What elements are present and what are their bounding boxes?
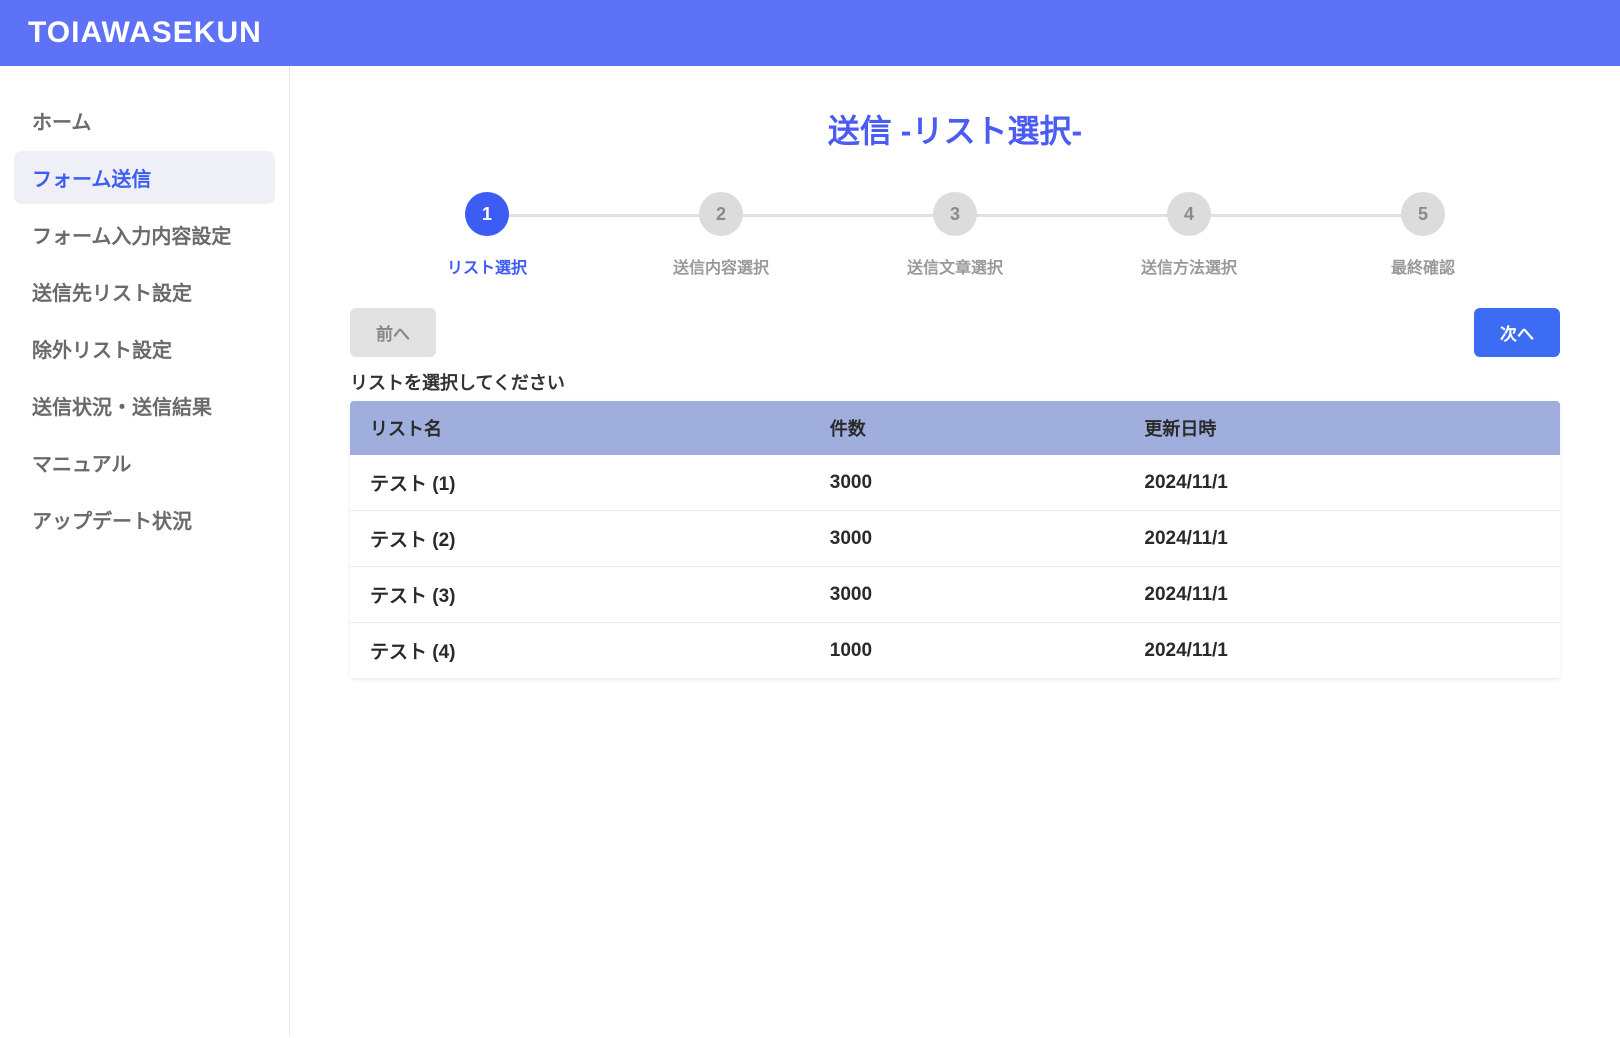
sidebar-item-exclude-list-settings[interactable]: 除外リスト設定: [14, 322, 275, 375]
cell-name: テスト (1): [350, 455, 810, 511]
sidebar: ホーム フォーム送信 フォーム入力内容設定 送信先リスト設定 除外リスト設定 送…: [0, 66, 290, 1036]
table-header: リスト名 件数 更新日時: [350, 401, 1560, 455]
step-2[interactable]: 2 送信内容選択: [604, 192, 838, 278]
column-header-count: 件数: [810, 401, 1125, 455]
step-line: [955, 214, 1189, 217]
cell-count: 3000: [810, 511, 1125, 567]
nav-buttons: 前へ 次へ: [350, 308, 1560, 357]
cell-name: テスト (2): [350, 511, 810, 567]
step-label: リスト選択: [447, 254, 527, 278]
step-label: 最終確認: [1391, 254, 1455, 278]
step-label: 送信内容選択: [673, 254, 769, 278]
sidebar-item-label: 除外リスト設定: [32, 340, 172, 362]
stepper: 1 リスト選択 2 送信内容選択 3 送信文章選択 4 送信方法選択 5: [350, 192, 1560, 278]
main-content: 送信 -リスト選択- 1 リスト選択 2 送信内容選択 3 送信文章選択 4 送…: [290, 66, 1620, 1036]
sidebar-item-form-input-settings[interactable]: フォーム入力内容設定: [14, 208, 275, 261]
cell-count: 3000: [810, 455, 1125, 511]
step-label: 送信文章選択: [907, 254, 1003, 278]
step-3[interactable]: 3 送信文章選択: [838, 192, 1072, 278]
cell-name: テスト (4): [350, 623, 810, 679]
cell-name: テスト (3): [350, 567, 810, 623]
sidebar-item-manual[interactable]: マニュアル: [14, 436, 275, 489]
step-circle: 3: [933, 192, 977, 236]
table-instruction: リストを選択してください: [350, 369, 1560, 395]
sidebar-item-update-status[interactable]: アップデート状況: [14, 493, 275, 546]
step-circle: 1: [465, 192, 509, 236]
sidebar-item-form-send[interactable]: フォーム送信: [14, 151, 275, 204]
table-row[interactable]: テスト (4) 1000 2024/11/1: [350, 623, 1560, 679]
step-5[interactable]: 5 最終確認: [1306, 192, 1540, 278]
step-line: [721, 214, 955, 217]
sidebar-item-home[interactable]: ホーム: [14, 94, 275, 147]
prev-button[interactable]: 前へ: [350, 308, 436, 357]
cell-date: 2024/11/1: [1124, 567, 1560, 623]
cell-count: 1000: [810, 623, 1125, 679]
cell-date: 2024/11/1: [1124, 623, 1560, 679]
main-container: ホーム フォーム送信 フォーム入力内容設定 送信先リスト設定 除外リスト設定 送…: [0, 66, 1620, 1036]
column-header-date: 更新日時: [1124, 401, 1560, 455]
cell-date: 2024/11/1: [1124, 511, 1560, 567]
step-line: [1189, 214, 1423, 217]
table-row[interactable]: テスト (2) 3000 2024/11/1: [350, 511, 1560, 567]
sidebar-item-label: フォーム入力内容設定: [32, 226, 231, 248]
table-row[interactable]: テスト (3) 3000 2024/11/1: [350, 567, 1560, 623]
sidebar-item-recipient-list-settings[interactable]: 送信先リスト設定: [14, 265, 275, 318]
sidebar-item-label: マニュアル: [32, 454, 131, 476]
list-table: リスト名 件数 更新日時 テスト (1) 3000 2024/11/1 テスト …: [350, 401, 1560, 679]
sidebar-item-label: ホーム: [32, 112, 91, 134]
table-body: テスト (1) 3000 2024/11/1 テスト (2) 3000 2024…: [350, 455, 1560, 679]
step-circle: 5: [1401, 192, 1445, 236]
step-line: [487, 214, 721, 217]
app-header: TOIAWASEKUN: [0, 0, 1620, 66]
step-1[interactable]: 1 リスト選択: [370, 192, 604, 278]
page-title: 送信 -リスト選択-: [350, 106, 1560, 152]
app-logo: TOIAWASEKUN: [28, 16, 262, 49]
sidebar-item-send-status-results[interactable]: 送信状況・送信結果: [14, 379, 275, 432]
cell-count: 3000: [810, 567, 1125, 623]
step-4[interactable]: 4 送信方法選択: [1072, 192, 1306, 278]
step-label: 送信方法選択: [1141, 254, 1237, 278]
step-circle: 4: [1167, 192, 1211, 236]
next-button[interactable]: 次へ: [1474, 308, 1560, 357]
cell-date: 2024/11/1: [1124, 455, 1560, 511]
sidebar-item-label: 送信状況・送信結果: [32, 397, 212, 419]
step-circle: 2: [699, 192, 743, 236]
column-header-name: リスト名: [350, 401, 810, 455]
sidebar-item-label: アップデート状況: [32, 511, 192, 533]
sidebar-item-label: 送信先リスト設定: [32, 283, 192, 305]
sidebar-item-label: フォーム送信: [32, 169, 151, 191]
table-row[interactable]: テスト (1) 3000 2024/11/1: [350, 455, 1560, 511]
